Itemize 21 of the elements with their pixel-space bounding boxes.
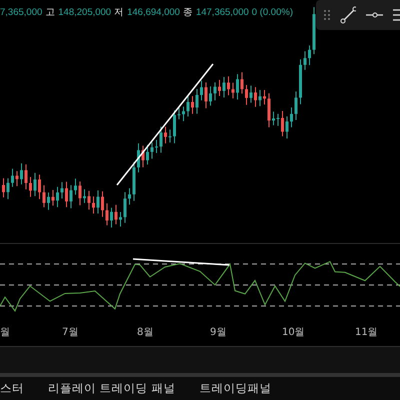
price-label: 고	[45, 6, 56, 20]
horizontal-line-tool-icon[interactable]	[366, 11, 383, 19]
axis-label: 8월	[137, 326, 154, 340]
trend-line-tool-icon[interactable]	[340, 6, 356, 24]
price-value: 148,205,000	[58, 6, 112, 20]
axis-label: 월	[0, 326, 10, 340]
drag-handle-icon[interactable]	[324, 9, 330, 21]
price-value: 7,365,000	[0, 6, 42, 20]
axis-label: 9월	[210, 326, 226, 340]
panel-tab[interactable]: 스터	[0, 378, 24, 400]
price-label: 종	[182, 6, 193, 20]
price-value: 146,694,000	[127, 6, 180, 20]
panel-tab[interactable]: 트레이딩패널	[199, 378, 272, 400]
axis-label: 10월	[282, 326, 305, 340]
price-label: 저	[114, 6, 124, 20]
price-value: 147,365,000	[196, 6, 249, 20]
change-value: 0 (0.00%)	[252, 6, 293, 20]
axis-label: 7월	[62, 326, 78, 340]
panel-tab[interactable]: 리플레이 트레이딩 패널	[48, 378, 176, 400]
menu-icon[interactable]	[392, 8, 400, 22]
axis-label: 11월	[355, 326, 378, 340]
